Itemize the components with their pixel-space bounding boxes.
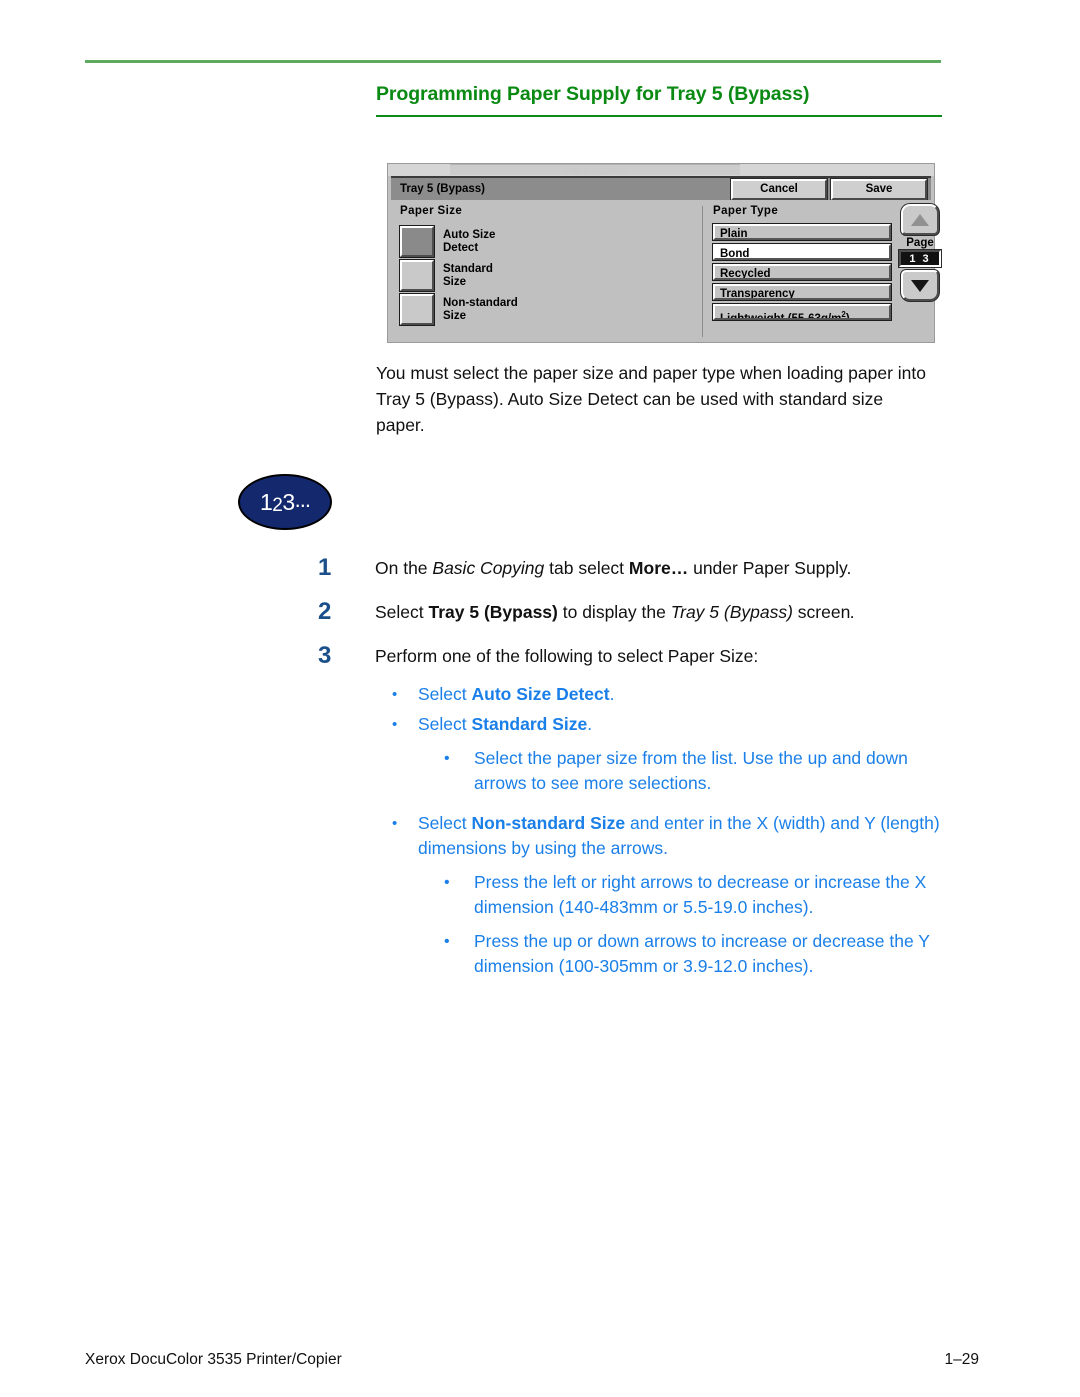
bullet-icon: • (392, 716, 398, 733)
step-number: 2 (318, 598, 332, 625)
paper-type-option-lightweight[interactable]: Lightweight (55-63g/m2) (713, 304, 891, 320)
list-item-text: Press the up or down arrows to increase … (474, 931, 930, 976)
badge-digit-3: 3 (282, 488, 295, 515)
scroll-up-arrow-button[interactable] (901, 204, 939, 235)
list-item: • Press the left or right arrows to decr… (444, 870, 952, 920)
list-item-text: Select Standard Size. (418, 714, 593, 734)
option-label-line2: Size (443, 309, 467, 322)
column-divider (702, 206, 703, 337)
step-item: 3 Perform one of the following to select… (318, 644, 958, 669)
paper-size-panel-label: Paper Size (400, 205, 463, 217)
paper-type-option-transparency[interactable]: Transparency (713, 284, 891, 300)
bullet-icon: • (392, 815, 398, 832)
page-label: Page (906, 237, 934, 249)
heading-underline-rule (376, 115, 942, 117)
list-item: • Select Auto Size Detect. (392, 682, 952, 707)
step-text: Perform one of the following to select P… (375, 646, 759, 666)
ghost-title-text: Tray 5 (Bypass) (450, 164, 740, 175)
section-heading-block: Programming Paper Supply for Tray 5 (Byp… (376, 83, 942, 117)
list-item: • Select Non-standard Size and enter in … (392, 811, 952, 861)
footer-product-name: Xerox DocuColor 3535 Printer/Copier (85, 1351, 342, 1368)
step-item: 2 Select Tray 5 (Bypass) to display the … (318, 600, 958, 625)
paper-type-option-recycled[interactable]: Recycled (713, 264, 891, 280)
paper-size-option-non-standard-size[interactable]: Non-standard Size (400, 294, 695, 325)
paper-size-option-label: Standard Size (443, 263, 493, 289)
procedure-steps: 1 On the Basic Copying tab select More… … (318, 556, 958, 688)
option-label-line1: Standard (443, 262, 493, 275)
device-ui-screenshot: Tray 5 (Bypass) Tray 5 (Bypass) Cancel S… (387, 163, 941, 343)
radio-swatch-icon[interactable] (400, 226, 434, 257)
badge-digit-1: 1 (259, 488, 273, 515)
list-item-text: Select Non-standard Size and enter in th… (418, 813, 940, 858)
option-label-line2: Size (443, 275, 467, 288)
radio-swatch-icon[interactable] (400, 260, 434, 291)
paper-size-panel: Paper Size Auto Size Detect Standard Siz… (400, 205, 695, 328)
list-item-text: Select Auto Size Detect. (418, 684, 615, 704)
paper-type-option-bond[interactable]: Bond (713, 244, 891, 260)
paper-size-option-auto-size-detect[interactable]: Auto Size Detect (400, 226, 695, 257)
page-readout: 1 3 (899, 250, 941, 267)
step-text: Select Tray 5 (Bypass) to display the Tr… (375, 602, 856, 622)
option-label-line1: Non-standard (443, 296, 518, 309)
pager-panel: Page 1 3 (899, 204, 941, 301)
paper-size-option-label: Non-standard Size (443, 297, 518, 323)
list-item-text: Press the left or right arrows to decrea… (474, 872, 927, 917)
save-button[interactable]: Save (831, 178, 927, 200)
top-divider-rule (85, 60, 941, 63)
footer-page-number: 1–29 (944, 1351, 979, 1368)
dialog-title-label: Tray 5 (Bypass) (400, 183, 486, 195)
paper-type-option-list: Plain Bond Recycled Transparency Lightwe… (713, 224, 891, 320)
bullet-icon: • (444, 933, 450, 950)
bullet-icon: • (444, 750, 450, 767)
paper-type-option-plain[interactable]: Plain (713, 224, 891, 240)
cancel-button[interactable]: Cancel (731, 178, 827, 200)
paper-size-option-label: Auto Size Detect (443, 229, 495, 255)
paper-type-panel: Paper Type Plain Bond Recycled Transpare… (713, 205, 891, 324)
step-number: 1 (318, 554, 332, 581)
triangle-down-icon (911, 279, 929, 292)
list-item: • Press the up or down arrows to increas… (444, 929, 952, 979)
triangle-up-icon (911, 213, 929, 226)
badge-ellipsis: ... (294, 487, 311, 512)
dialog-body: Paper Size Auto Size Detect Standard Siz… (391, 200, 941, 339)
step-text: On the Basic Copying tab select More… un… (375, 558, 852, 578)
paper-size-option-standard-size[interactable]: Standard Size (400, 260, 695, 291)
numbered-steps-badge-icon: 1 2 3... (238, 474, 332, 530)
page-title: Programming Paper Supply for Tray 5 (Byp… (376, 83, 810, 105)
radio-swatch-icon[interactable] (400, 294, 434, 325)
bullet-icon: • (392, 686, 398, 703)
dialog-action-buttons: Cancel Save (731, 178, 927, 200)
dialog-title-bar: Tray 5 (Bypass) Cancel Save (391, 176, 931, 200)
badge-digit-2: 2 (272, 495, 283, 516)
bullet-icon: • (444, 874, 450, 891)
paper-type-panel-label: Paper Type (713, 205, 779, 217)
intro-paragraph: You must select the paper size and paper… (376, 363, 927, 435)
step-number: 3 (318, 642, 332, 669)
list-item-text: Select the paper size from the list. Use… (474, 748, 908, 793)
option-label-line2: Detect (443, 241, 479, 254)
list-item: • Select Standard Size. (392, 712, 952, 737)
step-item: 1 On the Basic Copying tab select More… … (318, 556, 958, 581)
blue-bullet-list: • Select Auto Size Detect. • Select Stan… (392, 682, 952, 984)
list-item: • Select the paper size from the list. U… (444, 746, 952, 796)
option-label-line1: Auto Size (443, 228, 496, 241)
scroll-down-arrow-button[interactable] (901, 270, 939, 301)
screenshot-top-strip: Tray 5 (Bypass) (388, 164, 934, 176)
paper-size-option-list: Auto Size Detect Standard Size Non-stand… (400, 226, 695, 325)
lightweight-label: Lightweight (55-63g/m2) (720, 310, 850, 320)
